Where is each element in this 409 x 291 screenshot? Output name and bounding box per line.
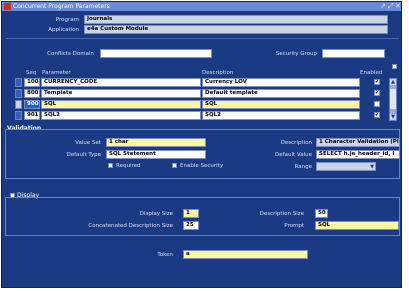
range-label: Range xyxy=(294,164,312,170)
table-row[interactable]: 100 CURRENCY_CODE Currency LOV ✔ xyxy=(24,78,394,87)
table-row[interactable]: 800 Template Default template ✔ xyxy=(24,89,394,98)
window-title: Concurrent Program Parameters xyxy=(13,3,110,10)
description-size-field[interactable]: 50 xyxy=(315,209,328,218)
prompt-field[interactable]: SQL xyxy=(315,221,399,230)
enabled-column-header: Enabled xyxy=(360,70,383,76)
description-cell[interactable]: SQL2 xyxy=(202,111,360,120)
parameter-cell[interactable]: SQL xyxy=(41,100,201,109)
row-selector-current[interactable] xyxy=(15,100,22,109)
security-group-field[interactable] xyxy=(322,49,385,58)
chevron-down-icon: ▼ xyxy=(370,164,374,170)
required-checkbox[interactable] xyxy=(108,163,113,168)
separator xyxy=(6,38,399,39)
conflicts-domain-label: Conflicts Domain xyxy=(47,51,94,57)
required-label: Required xyxy=(116,163,141,169)
enable-security-checkbox[interactable] xyxy=(172,163,177,168)
enable-security-label: Enable Security xyxy=(180,163,224,169)
security-group-label: Security Group xyxy=(275,51,317,57)
maximize-icon[interactable]: ⤢ xyxy=(388,2,394,11)
range-dropdown[interactable]: ▼ xyxy=(316,162,376,171)
default-type-field[interactable]: SQL Statement xyxy=(106,150,206,159)
value-set-field[interactable]: 1 char xyxy=(106,138,206,147)
seq-cell[interactable]: 901 xyxy=(24,111,40,120)
display-size-label: Display Size xyxy=(139,211,173,217)
application-label: Application xyxy=(48,27,79,33)
description-cell[interactable]: Default template xyxy=(202,89,360,98)
validation-description-field[interactable]: 1 Character Validation (Pla xyxy=(316,138,400,147)
description-size-label: Description Size xyxy=(259,211,304,217)
enabled-checkbox[interactable] xyxy=(374,101,380,107)
oracle-app-icon xyxy=(4,3,11,10)
value-set-label: Value Set xyxy=(75,140,101,146)
parameter-cell[interactable]: SQL2 xyxy=(41,111,201,120)
token-label: Token xyxy=(157,252,173,258)
default-value-field[interactable]: SELECT h.je_header_id, I xyxy=(316,150,400,159)
prompt-label: Prompt xyxy=(284,223,304,229)
record-indicator-checkbox[interactable] xyxy=(392,64,397,69)
description-label: Description xyxy=(280,140,312,146)
seq-cell[interactable]: 900 xyxy=(24,100,40,109)
close-icon[interactable]: ✕ xyxy=(395,2,401,11)
parameter-column-header: Parameter xyxy=(42,70,71,76)
description-column-header: Description xyxy=(202,70,234,76)
application-field[interactable]: e4a Custom Module xyxy=(84,25,388,34)
concatenated-description-size-label: Concatenated Description Size xyxy=(88,223,173,229)
table-row[interactable]: 901 SQL2 SQL2 ✔ xyxy=(24,111,394,120)
token-field[interactable]: a xyxy=(183,250,308,259)
restore-icon[interactable]: ↗ xyxy=(380,2,386,11)
parameters-window: Concurrent Program Parameters ↗ ⤢ ✕ Prog… xyxy=(1,1,402,288)
vertical-scrollbar[interactable]: ▲ ▼ xyxy=(389,78,397,121)
scroll-down-icon[interactable]: ▼ xyxy=(390,114,396,120)
conflicts-domain-field[interactable] xyxy=(100,49,212,58)
scroll-thumb[interactable] xyxy=(390,89,396,109)
parameter-cell[interactable]: CURRENCY_CODE xyxy=(41,78,201,87)
enabled-checkbox[interactable]: ✔ xyxy=(374,90,380,96)
enabled-checkbox[interactable]: ✔ xyxy=(374,112,380,118)
enabled-checkbox[interactable]: ✔ xyxy=(374,79,380,85)
row-selector[interactable] xyxy=(15,89,22,98)
table-row-current[interactable]: 900 SQL SQL xyxy=(24,100,394,109)
default-value-label: Default Value xyxy=(275,152,312,158)
seq-cell[interactable]: 800 xyxy=(24,89,40,98)
description-cell[interactable]: Currency LOV xyxy=(202,78,360,87)
row-selector[interactable] xyxy=(15,78,22,87)
program-label: Program xyxy=(55,17,79,23)
program-field[interactable]: Journals xyxy=(84,15,388,24)
display-region xyxy=(5,197,400,236)
scroll-up-icon[interactable]: ▲ xyxy=(390,79,396,85)
row-selector[interactable] xyxy=(15,111,22,120)
display-size-field[interactable]: 1 xyxy=(183,209,199,218)
default-type-label: Default Type xyxy=(66,152,101,158)
description-cell[interactable]: SQL xyxy=(202,100,360,109)
seq-cell[interactable]: 100 xyxy=(24,78,40,87)
title-bar: Concurrent Program Parameters ↗ ⤢ ✕ xyxy=(2,2,401,11)
parameter-cell[interactable]: Template xyxy=(41,89,201,98)
concatenated-description-size-field[interactable]: 25 xyxy=(183,221,199,230)
seq-column-header: Seq xyxy=(26,70,37,76)
